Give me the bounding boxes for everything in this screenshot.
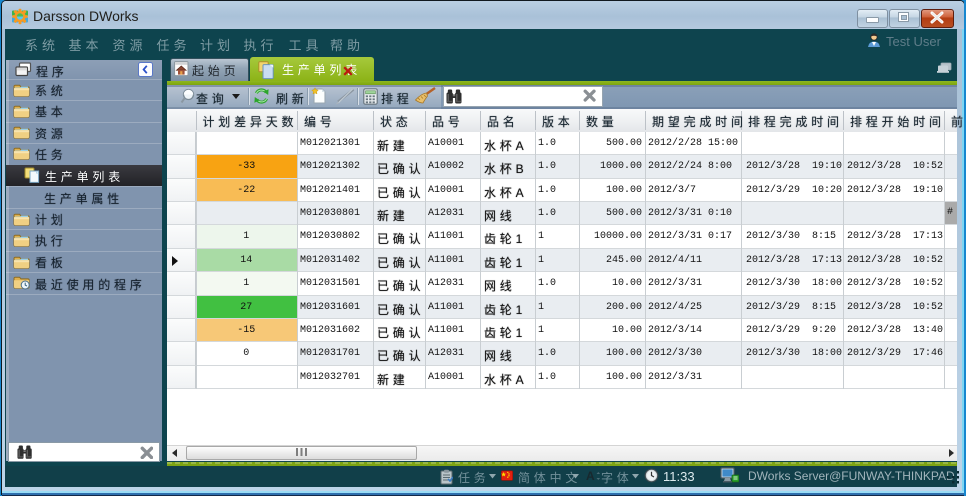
- svg-text:A: A: [586, 469, 595, 482]
